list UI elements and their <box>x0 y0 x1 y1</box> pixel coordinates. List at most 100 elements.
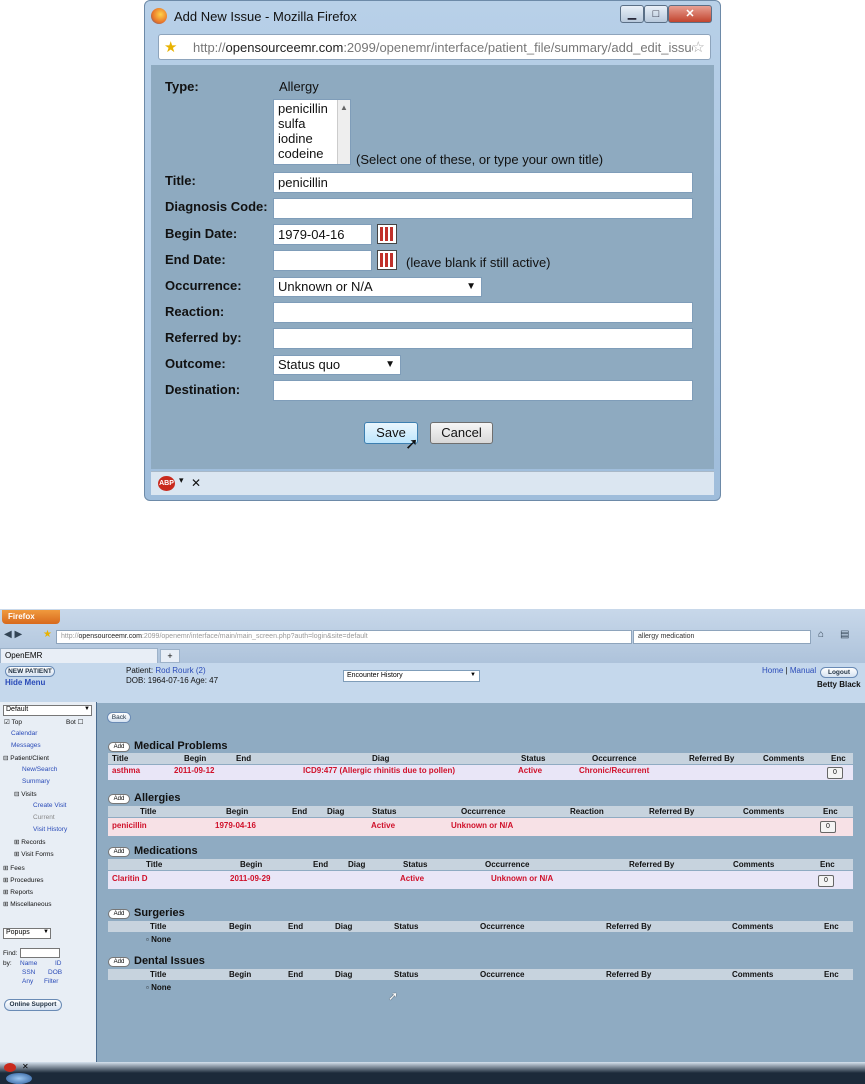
close-icon[interactable]: ✕ <box>22 1062 29 1071</box>
home-link[interactable]: Home <box>762 666 783 675</box>
diagnosis-input[interactable] <box>273 198 693 219</box>
table-row[interactable]: penicillin 1979-04-16 Active Unknown or … <box>108 818 853 836</box>
maximize-icon[interactable]: □ <box>644 5 668 23</box>
destination-input[interactable] <box>273 380 693 401</box>
sidebar-item-current[interactable]: Current <box>33 814 55 821</box>
calendar-icon[interactable] <box>377 224 397 244</box>
sidebar-item-summary[interactable]: Summary <box>22 778 50 785</box>
title-option[interactable]: sulfa <box>278 116 346 131</box>
calendar-icon[interactable] <box>377 250 397 270</box>
search-input[interactable]: allergy medication <box>633 630 811 644</box>
title-option[interactable]: codeine <box>278 146 346 161</box>
manual-link[interactable]: Manual <box>790 666 816 675</box>
outcome-select[interactable]: Status quo ▼ <box>273 355 401 375</box>
find-by-id[interactable]: ID <box>55 960 62 967</box>
end-date-hint: (leave blank if still active) <box>406 255 551 270</box>
tab-label: OpenEMR <box>5 651 43 660</box>
bot-checkbox[interactable]: Bot ☐ <box>66 718 83 726</box>
list-scrollbar[interactable]: ▲▼ <box>337 100 350 164</box>
sidebar-item-miscellaneous[interactable]: ⊞ Miscellaneous <box>3 900 51 908</box>
add-surgery-button[interactable]: Add <box>108 909 130 919</box>
new-tab-button[interactable]: + <box>160 649 180 663</box>
bookmark-outline-icon[interactable]: ☆ <box>692 38 705 56</box>
bookmark-star-icon[interactable]: ★ <box>43 629 52 640</box>
top-checkbox[interactable]: ☑ Top <box>4 718 22 726</box>
surgeries-none: ▫ None <box>146 935 172 944</box>
adblock-icon[interactable]: ABP <box>158 476 175 491</box>
bookmark-star-icon[interactable]: ★ <box>164 38 177 56</box>
close-icon[interactable]: ✕ <box>668 5 712 23</box>
minimize-icon[interactable]: ▁ <box>620 5 644 23</box>
close-icon[interactable]: ✕ <box>191 476 201 490</box>
title-input[interactable]: penicillin <box>273 172 693 193</box>
start-button-icon[interactable] <box>6 1073 32 1084</box>
cancel-button[interactable]: Cancel <box>430 422 493 444</box>
find-by-any[interactable]: Any <box>22 978 33 985</box>
dropdown-arrow-icon[interactable]: ▾ <box>179 475 184 486</box>
reaction-input[interactable] <box>273 302 693 323</box>
sidebar-item-create-visit[interactable]: Create Visit <box>33 802 66 809</box>
main-url-bar[interactable]: http://opensourceemr.com:2099/openemr/in… <box>56 630 632 644</box>
find-input[interactable] <box>20 948 60 958</box>
table-row[interactable]: asthma 2011-09-12 ICD9:477 (Allergic rhi… <box>108 765 853 780</box>
add-dental-button[interactable]: Add <box>108 957 130 967</box>
chevron-down-icon: ▼ <box>466 281 476 292</box>
medications-table-header: Title Begin End Diag Status Occurrence R… <box>108 859 853 870</box>
dialog-url-text: http://opensourceemr.com:2099/openemr/in… <box>193 40 693 55</box>
back-button[interactable]: Back <box>107 712 131 723</box>
adblock-icon[interactable] <box>4 1063 16 1072</box>
new-patient-button[interactable]: NEW PATIENT <box>5 666 55 677</box>
popups-select[interactable]: Popups ▼ <box>3 928 51 939</box>
find-by-name[interactable]: Name <box>20 960 37 967</box>
sidebar-item-patient-client[interactable]: ⊟ Patient/Client <box>3 754 49 762</box>
allergies-table-header: Title Begin End Diag Status Occurrence R… <box>108 806 853 817</box>
sidebar-item-procedures[interactable]: ⊞ Procedures <box>3 876 44 884</box>
sidebar-item-visit-forms[interactable]: ⊞ Visit Forms <box>14 850 54 858</box>
find-by-ssn[interactable]: SSN <box>22 969 35 976</box>
chevron-down-icon: ▼ <box>43 929 49 935</box>
sidebar-item-reports[interactable]: ⊞ Reports <box>3 888 33 896</box>
enc-button[interactable]: 0 <box>818 875 834 887</box>
surgeries-table-header: Title Begin End Diag Status Occurrence R… <box>108 921 853 932</box>
online-support-button[interactable]: Online Support <box>4 999 62 1011</box>
occurrence-select[interactable]: Unknown or N/A ▼ <box>273 277 482 297</box>
add-allergy-button[interactable]: Add <box>108 794 130 804</box>
sidebar-item-calendar[interactable]: Calendar <box>11 730 37 737</box>
end-date-input[interactable] <box>273 250 372 271</box>
patient-name-link[interactable]: Rod Rourk (2) <box>155 666 205 675</box>
title-options-list[interactable]: penicillin sulfa iodine codeine ▲▼ <box>273 99 351 165</box>
dialog-window-title: Add New Issue - Mozilla Firefox <box>174 9 357 24</box>
sidebar-item-visit-history[interactable]: Visit History <box>33 826 67 833</box>
enc-button[interactable]: 0 <box>827 767 843 779</box>
sidebar-item-new-search[interactable]: New/Search <box>22 766 57 773</box>
firefox-menu-button[interactable]: Firefox <box>2 610 60 624</box>
sidebar-item-fees[interactable]: ⊞ Fees <box>3 864 25 872</box>
enc-button[interactable]: 0 <box>820 821 836 833</box>
referred-input[interactable] <box>273 328 693 349</box>
find-by-dob[interactable]: DOB <box>48 969 62 976</box>
bookmarks-icon[interactable]: ▤ <box>840 629 849 640</box>
add-medication-button[interactable]: Add <box>108 847 130 857</box>
sidebar-item-records[interactable]: ⊞ Records <box>14 838 45 846</box>
chevron-down-icon: ▼ <box>470 672 476 678</box>
find-filter[interactable]: Filter <box>44 978 58 985</box>
user-name: Betty Black <box>817 680 861 689</box>
tab-openemr[interactable]: OpenEMR <box>0 648 158 663</box>
sidebar-item-visits[interactable]: ⊟ Visits <box>14 790 37 798</box>
back-forward-icon[interactable]: ◀ ▶ <box>4 629 22 640</box>
menu-set-select[interactable]: Default ▼ <box>3 705 92 716</box>
encounter-select[interactable]: Encounter History ▼ <box>343 670 480 682</box>
begin-date-input[interactable]: 1979-04-16 <box>273 224 372 245</box>
cursor-icon: ➚ <box>388 989 399 1003</box>
occurrence-label: Occurrence: <box>165 278 242 293</box>
logout-button[interactable]: Logout <box>820 667 858 678</box>
title-option[interactable]: penicillin <box>278 101 338 116</box>
add-medical-button[interactable]: Add <box>108 742 130 752</box>
table-row[interactable]: Claritin D 2011-09-29 Active Unknown or … <box>108 871 853 889</box>
sidebar-item-messages[interactable]: Messages <box>11 742 41 749</box>
hide-menu-link[interactable]: Hide Menu <box>5 678 45 687</box>
find-label: Find: <box>3 950 18 957</box>
home-icon[interactable]: ⌂ <box>818 629 824 640</box>
dialog-url-bar[interactable]: ★ http://opensourceemr.com:2099/openemr/… <box>158 34 711 60</box>
title-option[interactable]: iodine <box>278 131 346 146</box>
